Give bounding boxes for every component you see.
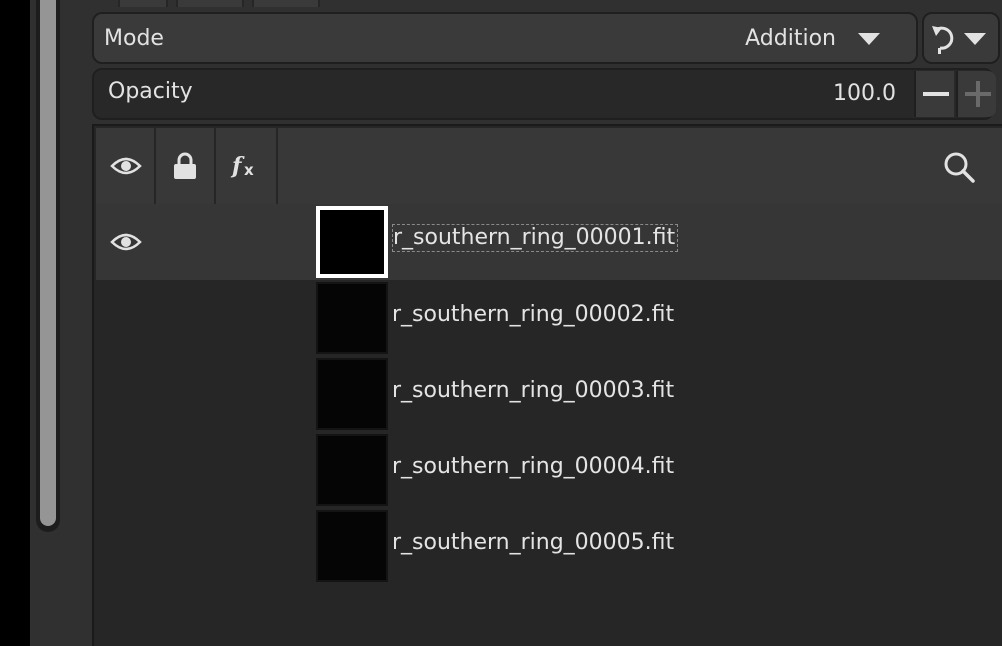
- reset-mode-button[interactable]: [922, 12, 1000, 64]
- opacity-value[interactable]: 100.0: [833, 81, 896, 106]
- layer-name[interactable]: r_southern_ring_00001.fit: [392, 224, 679, 252]
- visibility-column-header[interactable]: [96, 128, 156, 204]
- eye-icon[interactable]: [110, 231, 142, 253]
- layer-row[interactable]: r_southern_ring_00005.fit: [96, 508, 1002, 584]
- layer-thumbnail[interactable]: [316, 358, 388, 430]
- layer-thumbnail[interactable]: [316, 206, 388, 278]
- svg-text:f: f: [230, 153, 245, 179]
- mode-value: Addition: [745, 26, 836, 51]
- layer-name[interactable]: r_southern_ring_00003.fit: [392, 378, 674, 403]
- canvas-edge: [0, 0, 30, 646]
- layers-header: f x: [96, 128, 1002, 204]
- lock-icon: [174, 152, 196, 179]
- layer-row[interactable]: r_southern_ring_00003.fit: [96, 356, 1002, 432]
- opacity-increase-button[interactable]: [956, 71, 996, 117]
- layer-row[interactable]: r_southern_ring_00004.fit: [96, 432, 1002, 508]
- opacity-spinner[interactable]: Opacity 100.0: [92, 68, 996, 120]
- mode-dropdown[interactable]: Mode Addition: [92, 12, 918, 64]
- dock-tab[interactable]: [252, 0, 320, 7]
- layer-thumbnail[interactable]: [316, 282, 388, 354]
- mode-label: Mode: [104, 26, 164, 51]
- layer-name[interactable]: r_southern_ring_00002.fit: [392, 302, 674, 327]
- chevron-down-icon: [964, 33, 986, 45]
- dock-tab[interactable]: [118, 0, 168, 7]
- layer-row[interactable]: r_southern_ring_00002.fit: [96, 280, 1002, 356]
- layer-name[interactable]: r_southern_ring_00004.fit: [392, 454, 674, 479]
- layer-row[interactable]: r_southern_ring_00001.fit: [96, 204, 1002, 280]
- layer-name[interactable]: r_southern_ring_00005.fit: [392, 530, 674, 555]
- scrollbar-thumb[interactable]: [40, 0, 56, 526]
- layers-search[interactable]: [278, 128, 1002, 204]
- opacity-decrease-button[interactable]: [914, 71, 954, 117]
- lock-column-header[interactable]: [156, 128, 216, 204]
- fx-icon: f x: [230, 153, 254, 179]
- layers-panel: f x r_southern_ring_00001.fit r_southern…: [92, 124, 1002, 646]
- layer-thumbnail[interactable]: [316, 434, 388, 506]
- effects-column-header[interactable]: f x: [216, 128, 278, 204]
- reset-icon: [932, 26, 954, 54]
- svg-text:x: x: [244, 161, 254, 179]
- eye-icon: [110, 157, 142, 175]
- minus-icon: [923, 92, 949, 96]
- dock-tab[interactable]: [176, 0, 244, 7]
- layer-thumbnail[interactable]: [316, 510, 388, 582]
- search-icon: [944, 152, 975, 183]
- chevron-down-icon: [858, 33, 880, 45]
- opacity-label: Opacity: [108, 79, 193, 104]
